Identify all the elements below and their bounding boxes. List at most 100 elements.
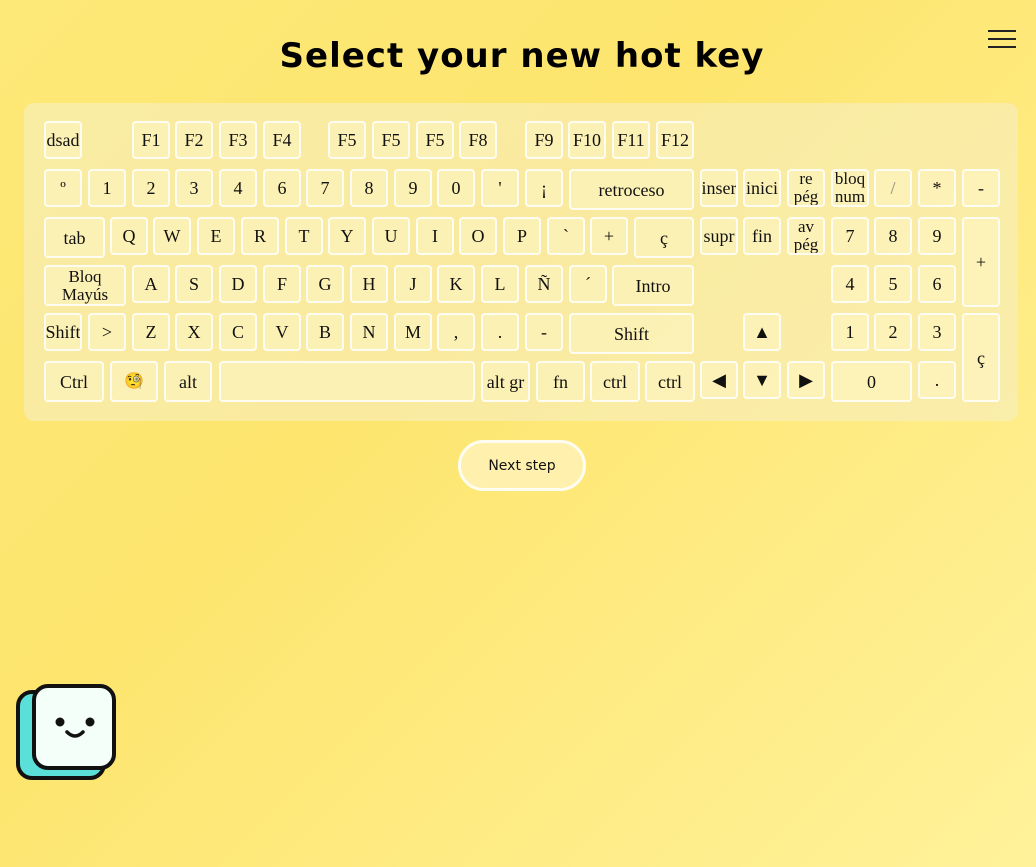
- key-row_q-3[interactable]: E: [197, 217, 235, 255]
- key-row_num-0[interactable]: º: [44, 169, 82, 207]
- key-row_z-0[interactable]: Shift: [44, 313, 82, 351]
- key-row_a-3[interactable]: D: [219, 265, 257, 303]
- key-row_a-12[interactable]: Intro: [612, 265, 694, 306]
- key-numpad_top-2[interactable]: *: [918, 169, 956, 207]
- key-numpad_123-0[interactable]: 1: [831, 313, 869, 351]
- key-row_num-1[interactable]: 1: [88, 169, 126, 207]
- key-row_num-2[interactable]: 2: [132, 169, 170, 207]
- key-row_z-11[interactable]: -: [525, 313, 563, 351]
- key-row_q-8[interactable]: I: [416, 217, 454, 255]
- key-row_z-12[interactable]: Shift: [569, 313, 694, 354]
- key-row_a-1[interactable]: A: [132, 265, 170, 303]
- key-numpad_123-3[interactable]: ç: [962, 313, 1000, 402]
- key-row_num-7[interactable]: 8: [350, 169, 388, 207]
- key-numpad_mid-1[interactable]: 8: [874, 217, 912, 255]
- key-row_a-11[interactable]: ´: [569, 265, 607, 303]
- key-numpad_456-0[interactable]: 4: [831, 265, 869, 303]
- key-row_q-2[interactable]: W: [153, 217, 191, 255]
- key-row_q-1[interactable]: Q: [110, 217, 148, 255]
- key-numpad_bottom-0[interactable]: 0: [831, 361, 912, 402]
- key-row_a-5[interactable]: G: [306, 265, 344, 303]
- key-row_num-9[interactable]: 0: [437, 169, 475, 207]
- key-row_fn-3[interactable]: F3: [219, 121, 257, 159]
- key-row_a-2[interactable]: S: [175, 265, 213, 303]
- key-numpad_mid-3[interactable]: +: [962, 217, 1000, 307]
- key-numpad_456-2[interactable]: 6: [918, 265, 956, 303]
- key-row_bottom-4[interactable]: alt gr: [481, 361, 530, 402]
- key-row_q-6[interactable]: Y: [328, 217, 366, 255]
- key-row_q-13[interactable]: ç: [634, 217, 694, 258]
- key-row_q-12[interactable]: +: [590, 217, 628, 255]
- key-row_fn-11[interactable]: F11: [612, 121, 650, 159]
- key-row_a-0[interactable]: Bloq Mayús: [44, 265, 126, 306]
- key-row_bottom-0[interactable]: Ctrl: [44, 361, 104, 402]
- key-nav_mid-0[interactable]: supr: [700, 217, 738, 255]
- key-row_z-1[interactable]: >: [88, 313, 126, 351]
- key-numpad_123-2[interactable]: 3: [918, 313, 956, 351]
- key-nav_top-2[interactable]: re pég: [787, 169, 825, 207]
- key-row_a-10[interactable]: Ñ: [525, 265, 563, 303]
- key-row_q-0[interactable]: tab: [44, 217, 105, 258]
- hamburger-menu-icon[interactable]: [988, 28, 1018, 50]
- key-numpad_123-1[interactable]: 2: [874, 313, 912, 351]
- key-numpad_mid-0[interactable]: 7: [831, 217, 869, 255]
- next-step-button[interactable]: Next step: [458, 440, 586, 491]
- key-row_num-12[interactable]: retroceso: [569, 169, 694, 210]
- key-row_z-7[interactable]: N: [350, 313, 388, 351]
- key-row_bottom-2[interactable]: alt: [164, 361, 212, 402]
- key-row_fn-12[interactable]: F12: [656, 121, 694, 159]
- key-row_q-7[interactable]: U: [372, 217, 410, 255]
- key-numpad_456-1[interactable]: 5: [874, 265, 912, 303]
- key-nav_top-0[interactable]: inser: [700, 169, 738, 207]
- key-row_q-5[interactable]: T: [285, 217, 323, 255]
- key-nav_top-1[interactable]: inici: [743, 169, 781, 207]
- key-row_a-7[interactable]: J: [394, 265, 432, 303]
- key-row_num-4[interactable]: 4: [219, 169, 257, 207]
- key-numpad_bottom-1[interactable]: .: [918, 361, 956, 399]
- key-row_z-10[interactable]: .: [481, 313, 519, 351]
- key-row_fn-2[interactable]: F2: [175, 121, 213, 159]
- key-row_a-6[interactable]: H: [350, 265, 388, 303]
- key-row_fn-8[interactable]: F8: [459, 121, 497, 159]
- key-row_bottom-7[interactable]: ctrl: [645, 361, 695, 402]
- key-row_z-8[interactable]: M: [394, 313, 432, 351]
- key-row_num-3[interactable]: 3: [175, 169, 213, 207]
- key-row_bottom-6[interactable]: ctrl: [590, 361, 640, 402]
- key-numpad_mid-2[interactable]: 9: [918, 217, 956, 255]
- key-row_a-4[interactable]: F: [263, 265, 301, 303]
- key-row_num-10[interactable]: ': [481, 169, 519, 207]
- key-row_bottom-3[interactable]: [219, 361, 475, 402]
- key-row_z-5[interactable]: V: [263, 313, 301, 351]
- key-row_z-9[interactable]: ,: [437, 313, 475, 351]
- key-arrows_bottom-2[interactable]: ▶: [787, 361, 825, 399]
- key-row_z-3[interactable]: X: [175, 313, 213, 351]
- key-row_num-8[interactable]: 9: [394, 169, 432, 207]
- key-row_fn-10[interactable]: F10: [568, 121, 606, 159]
- key-row_fn-9[interactable]: F9: [525, 121, 563, 159]
- key-row_q-9[interactable]: O: [459, 217, 497, 255]
- key-arrows_bottom-0[interactable]: ◀: [700, 361, 738, 399]
- key-row_bottom-1[interactable]: 🧐: [110, 361, 158, 402]
- key-row_z-2[interactable]: Z: [132, 313, 170, 351]
- key-row_num-11[interactable]: ¡: [525, 169, 563, 207]
- key-row_num-6[interactable]: 7: [306, 169, 344, 207]
- key-row_fn-6[interactable]: F5: [372, 121, 410, 159]
- key-row_bottom-5[interactable]: fn: [536, 361, 585, 402]
- key-row_q-11[interactable]: `: [547, 217, 585, 255]
- key-numpad_top-3[interactable]: -: [962, 169, 1000, 207]
- key-row_q-10[interactable]: P: [503, 217, 541, 255]
- key-row_z-6[interactable]: B: [306, 313, 344, 351]
- key-numpad_top-1[interactable]: /: [874, 169, 912, 207]
- key-arrows_bottom-1[interactable]: ▼: [743, 361, 781, 399]
- key-nav_mid-2[interactable]: av pég: [787, 217, 825, 255]
- key-row_z-4[interactable]: C: [219, 313, 257, 351]
- key-nav_mid-1[interactable]: fin: [743, 217, 781, 255]
- key-numpad_top-0[interactable]: bloq num: [831, 169, 869, 207]
- key-arrow-up[interactable]: ▲: [743, 313, 781, 351]
- key-row_fn-4[interactable]: F4: [263, 121, 301, 159]
- key-row_fn-1[interactable]: F1: [132, 121, 170, 159]
- key-row_q-4[interactable]: R: [241, 217, 279, 255]
- key-row_a-9[interactable]: L: [481, 265, 519, 303]
- key-row_fn-5[interactable]: F5: [328, 121, 366, 159]
- key-row_fn-0[interactable]: dsad: [44, 121, 82, 159]
